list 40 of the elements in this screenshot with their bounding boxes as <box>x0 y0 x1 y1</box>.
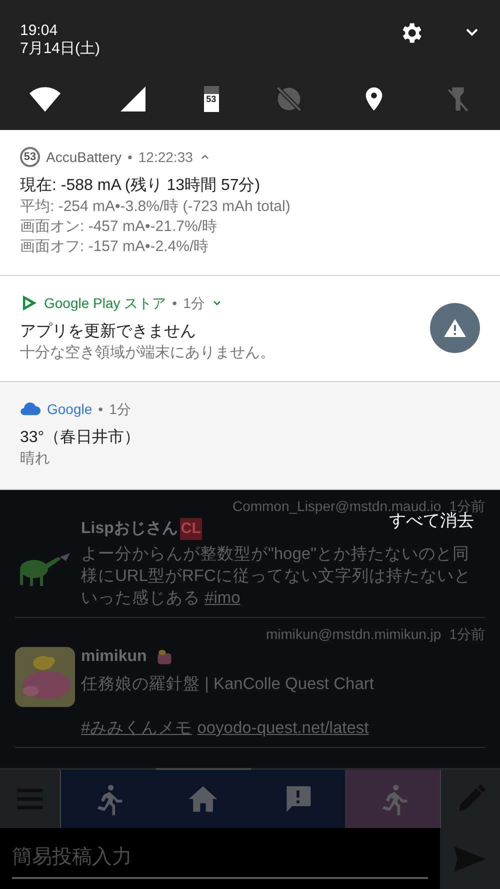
toot-text: よー分からんが整数型が"hoge"とか持たないのと同様にURL型がRFCに従ってない文字列は持たないといった感じある #imo <box>81 544 472 609</box>
toot-text: 任務娘の羅針盤 | KanColle Quest Chart <box>81 674 375 695</box>
url-link[interactable]: ooyodo-quest.net/latest <box>197 717 369 739</box>
separator-dot: • <box>172 294 178 312</box>
pig-emoji-icon <box>154 648 173 666</box>
play-triangle-icon <box>20 294 38 312</box>
notification-time: 1分 <box>109 400 131 418</box>
toot-time: 1分前 <box>449 625 485 644</box>
column-tab[interactable] <box>345 770 440 828</box>
notification-text: 画面オフ: -157 mA•-2.4%/時 <box>20 237 210 257</box>
post-input-field[interactable]: 簡易投稿入力 <box>0 828 440 889</box>
battery-icon[interactable]: 53 <box>204 86 219 112</box>
hashtag-link[interactable]: #imo <box>204 589 240 607</box>
hashtag-link[interactable]: #みみくんメモ <box>81 717 192 739</box>
notification-text: 平均: -254 mA•-3.8%/時 (-723 mAh total) <box>20 197 292 217</box>
notification-time: 1分 <box>183 294 205 312</box>
cloud-icon <box>20 402 41 416</box>
account-handle: Common_Lisper@mstdn.maud.io <box>232 497 442 514</box>
clock-time: 19:04 <box>20 22 59 40</box>
warning-icon <box>430 303 480 353</box>
notification-text: 晴れ <box>20 449 51 469</box>
app-name: Google Play ストア <box>44 294 166 313</box>
notification-text: 画面オン: -457 mA•-21.7%/時 <box>20 217 218 237</box>
date-text: 7月14日(土) <box>20 40 102 58</box>
separator-dot: • <box>127 148 132 166</box>
column-tab[interactable] <box>61 770 156 828</box>
column-tab[interactable] <box>250 770 346 828</box>
notification-title: 33°（春日井市） <box>20 428 142 448</box>
display-name: Lispおじさん <box>81 519 178 539</box>
notification-title: 現在: -588 mA (残り 13時間 57分) <box>20 176 262 196</box>
app-badge-icon: 53 <box>20 147 40 167</box>
display-name: mimikun <box>81 647 147 667</box>
custom-emoji: CL <box>180 518 202 540</box>
app-name: AccuBattery <box>46 148 122 167</box>
separator-dot: • <box>98 400 104 418</box>
notification-time: 12:22:33 <box>138 148 193 166</box>
account-handle: mimikun@mstdn.mimikun.jp <box>266 625 442 644</box>
notification-text: 十分な空き領域が端末にありません。 <box>20 343 276 363</box>
app-name: Google <box>47 400 92 419</box>
notification-title: アプリを更新できません <box>20 322 197 342</box>
